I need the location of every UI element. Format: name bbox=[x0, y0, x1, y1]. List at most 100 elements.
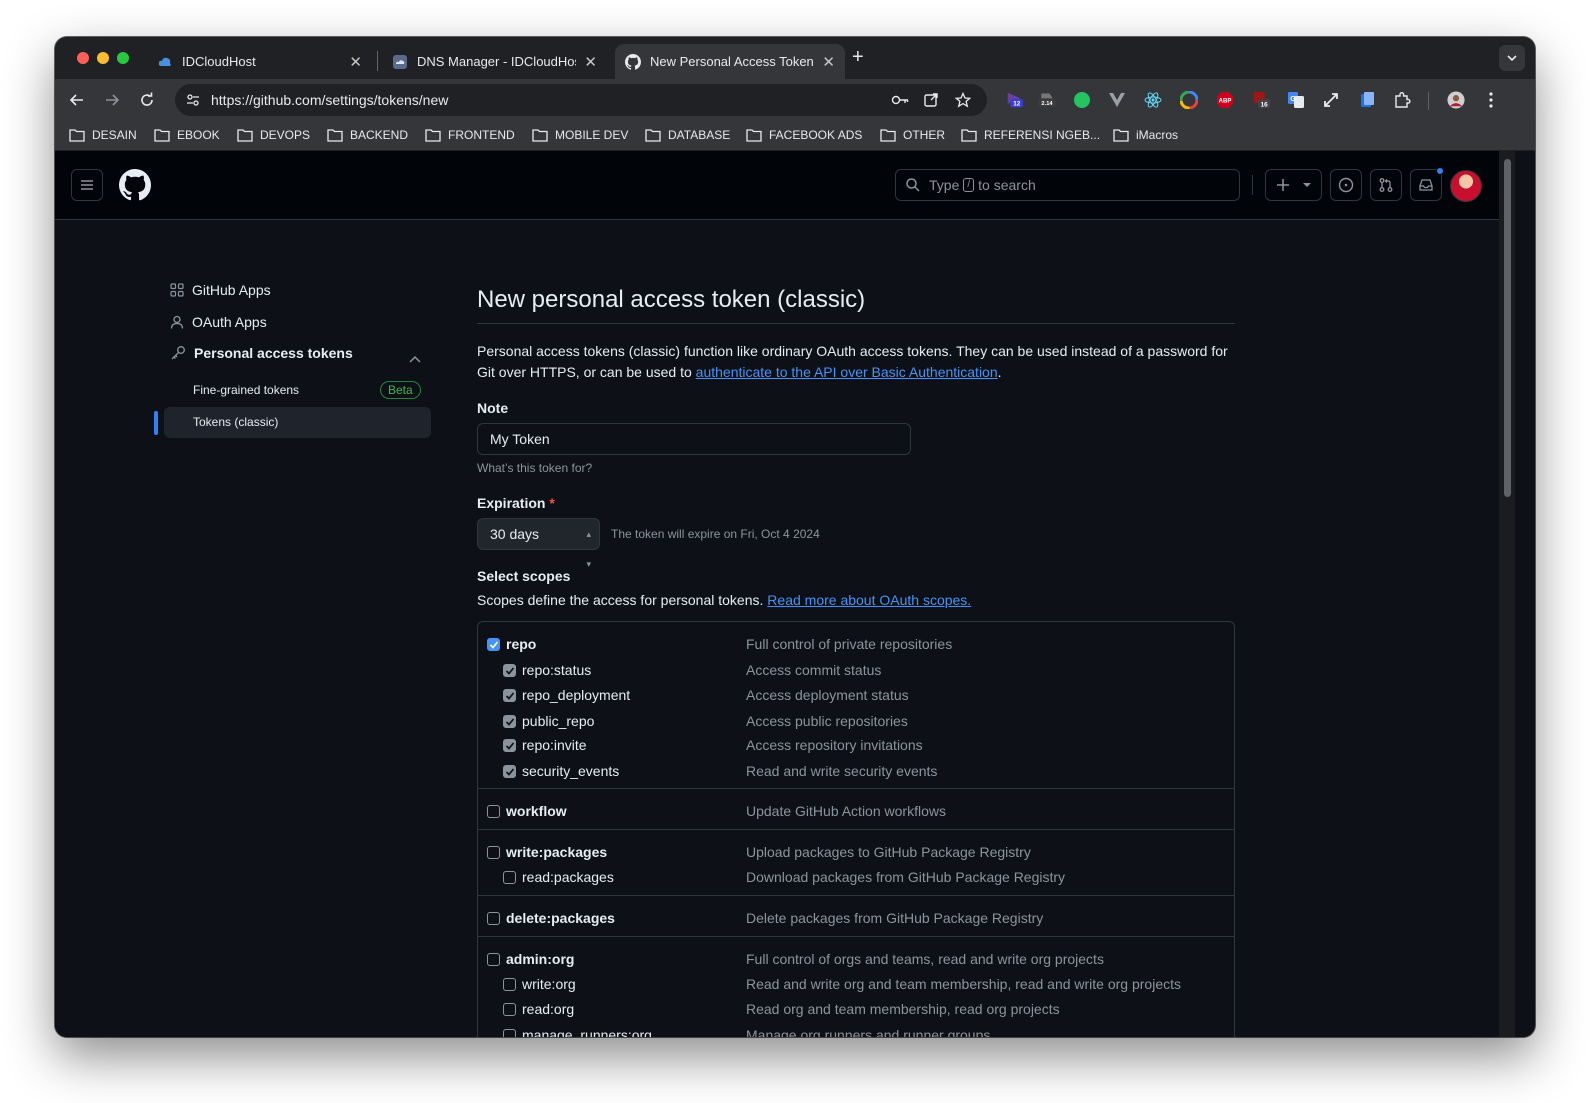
scope-checkbox[interactable] bbox=[503, 764, 516, 778]
maximize-window-button[interactable] bbox=[117, 52, 129, 64]
bookmark-folder[interactable]: FRONTEND bbox=[425, 128, 515, 142]
folder-icon bbox=[69, 129, 85, 142]
required-marker: * bbox=[549, 495, 555, 511]
person-icon bbox=[170, 315, 184, 329]
oauth-scopes-link[interactable]: Read more about OAuth scopes. bbox=[767, 592, 971, 608]
bookmark-folder[interactable]: FACEBOOK ADS bbox=[746, 128, 862, 142]
forward-arrow-icon[interactable] bbox=[102, 90, 122, 110]
close-tab-icon[interactable]: ✕ bbox=[584, 53, 597, 71]
google-translate-icon[interactable]: G bbox=[1287, 91, 1305, 109]
bookmark-folder[interactable]: MOBILE DEV bbox=[532, 128, 628, 142]
scope-checkbox[interactable] bbox=[487, 911, 500, 925]
scrollbar-thumb[interactable] bbox=[1504, 159, 1511, 497]
scope-description: Delete packages from GitHub Package Regi… bbox=[746, 910, 1044, 926]
scope-checkbox[interactable] bbox=[503, 688, 516, 702]
bookmark-folder[interactable]: OTHER bbox=[880, 128, 945, 142]
tab-strip: IDCloudHost ✕ DNS Manager - IDCloudHost … bbox=[55, 37, 1535, 79]
note-input[interactable] bbox=[477, 423, 911, 455]
sidebar-subitem-tokens-classic[interactable]: Tokens (classic) bbox=[193, 415, 278, 429]
color-picker-icon[interactable] bbox=[1180, 91, 1198, 109]
scope-checkbox[interactable] bbox=[487, 804, 500, 818]
password-key-icon[interactable] bbox=[891, 92, 909, 108]
vue-devtools-icon[interactable] bbox=[1108, 91, 1126, 109]
extension-badge-12-icon[interactable]: 12 bbox=[1005, 91, 1023, 109]
scope-checkbox[interactable] bbox=[503, 1002, 516, 1016]
bookmark-folder[interactable]: DEVOPS bbox=[237, 128, 310, 142]
scope-checkbox[interactable] bbox=[487, 637, 500, 651]
close-tab-icon[interactable]: ✕ bbox=[349, 53, 362, 71]
create-new-button[interactable] bbox=[1265, 169, 1322, 201]
chrome-menu-icon[interactable] bbox=[1482, 91, 1500, 109]
github-logo-icon[interactable] bbox=[119, 169, 152, 206]
scope-checkbox[interactable] bbox=[503, 870, 516, 884]
react-devtools-icon[interactable] bbox=[1144, 91, 1162, 109]
bookmark-folder[interactable]: DATABASE bbox=[645, 128, 730, 142]
folder-icon bbox=[746, 129, 762, 142]
address-bar[interactable]: https://github.com/settings/tokens/new bbox=[175, 84, 987, 116]
svg-text:12: 12 bbox=[1013, 100, 1021, 107]
sidebar-item-personal-access-tokens[interactable]: Personal access tokens bbox=[170, 345, 353, 361]
pull-requests-icon[interactable] bbox=[1370, 169, 1402, 201]
scope-checkbox[interactable] bbox=[487, 952, 500, 966]
tab-dns-manager[interactable]: DNS Manager - IDCloudHost ✕ bbox=[382, 44, 607, 79]
new-tab-icon[interactable]: + bbox=[852, 46, 864, 69]
tab-title: DNS Manager - IDCloudHost bbox=[417, 54, 577, 69]
reload-icon[interactable] bbox=[137, 90, 157, 110]
bookmark-folder[interactable]: REFERENSI NGEB... bbox=[961, 128, 1100, 142]
issues-icon[interactable] bbox=[1330, 169, 1362, 201]
bookmark-folder[interactable]: DESAIN bbox=[69, 128, 137, 142]
bookmark-folder[interactable]: BACKEND bbox=[327, 128, 408, 142]
scope-checkbox[interactable] bbox=[487, 845, 500, 859]
scope-description: Update GitHub Action workflows bbox=[746, 803, 946, 819]
beta-badge: Beta bbox=[380, 381, 421, 399]
scope-name: workflow bbox=[506, 803, 567, 819]
open-external-icon[interactable] bbox=[923, 92, 939, 108]
close-window-button[interactable] bbox=[77, 52, 89, 64]
plus-icon bbox=[1276, 179, 1289, 191]
avatar[interactable] bbox=[1450, 170, 1482, 202]
minimize-window-button[interactable] bbox=[97, 52, 109, 64]
basic-auth-link[interactable]: authenticate to the API over Basic Authe… bbox=[696, 364, 998, 380]
extension-abp-icon[interactable]: ABP bbox=[1216, 91, 1234, 109]
scope-name: repo_deployment bbox=[522, 687, 631, 703]
tab-new-token[interactable]: New Personal Access Token ( ✕ bbox=[615, 44, 845, 79]
expand-arrows-icon[interactable] bbox=[1322, 91, 1340, 109]
profile-avatar-icon[interactable] bbox=[1447, 91, 1465, 109]
page-title: New personal access token (classic) bbox=[477, 286, 866, 313]
page-scrollbar[interactable] bbox=[1499, 151, 1515, 1037]
search-placeholder-suffix: to search bbox=[978, 177, 1036, 193]
scope-description: Full control of private repositories bbox=[746, 636, 953, 652]
scope-checkbox[interactable] bbox=[503, 977, 516, 991]
puzzle-extensions-icon[interactable] bbox=[1393, 91, 1411, 109]
sidebar-item-oauth-apps[interactable]: OAuth Apps bbox=[170, 314, 267, 330]
scope-description: Manage org runners and runner groups bbox=[746, 1027, 991, 1037]
scope-name: repo:invite bbox=[522, 737, 587, 753]
sidebar-item-github-apps[interactable]: GitHub Apps bbox=[170, 282, 271, 298]
close-tab-icon[interactable]: ✕ bbox=[822, 53, 835, 71]
tab-idcloudhost[interactable]: IDCloudHost ✕ bbox=[147, 44, 372, 79]
extension-badge-214-icon[interactable]: 2.14 bbox=[1038, 91, 1056, 109]
scopes-description: Scopes define the access for personal to… bbox=[477, 592, 971, 608]
back-arrow-icon[interactable] bbox=[67, 90, 87, 110]
bookmark-star-icon[interactable] bbox=[954, 91, 972, 108]
bookmark-folder[interactable]: EBOOK bbox=[154, 128, 220, 142]
tab-search-icon[interactable] bbox=[1499, 45, 1525, 71]
documents-extension-icon[interactable] bbox=[1358, 91, 1376, 109]
green-status-icon[interactable] bbox=[1073, 91, 1091, 109]
sidebar-subitem-fine-grained-tokens[interactable]: Fine-grained tokens bbox=[193, 383, 299, 397]
search-input[interactable]: Type / to search bbox=[895, 169, 1240, 201]
scope-description: Full control of orgs and teams, read and… bbox=[746, 951, 1104, 967]
bookmark-folder[interactable]: iMacros bbox=[1113, 128, 1178, 142]
scope-row-repo-invite: repo:invite Access repository invitation… bbox=[478, 734, 1234, 756]
expiration-value: 30 days bbox=[490, 526, 540, 542]
folder-icon bbox=[961, 129, 977, 142]
site-settings-icon[interactable] bbox=[185, 92, 201, 108]
scope-checkbox[interactable] bbox=[503, 1028, 516, 1037]
hamburger-menu-icon[interactable] bbox=[71, 169, 103, 201]
scope-checkbox[interactable] bbox=[503, 663, 516, 677]
chevron-up-icon[interactable] bbox=[409, 350, 421, 368]
scope-checkbox[interactable] bbox=[503, 738, 516, 752]
extension-badge-16-icon[interactable]: 16 bbox=[1252, 91, 1270, 109]
expiration-select[interactable]: 30 days ▴ ▾ bbox=[477, 518, 600, 569]
scope-checkbox[interactable] bbox=[503, 714, 516, 728]
